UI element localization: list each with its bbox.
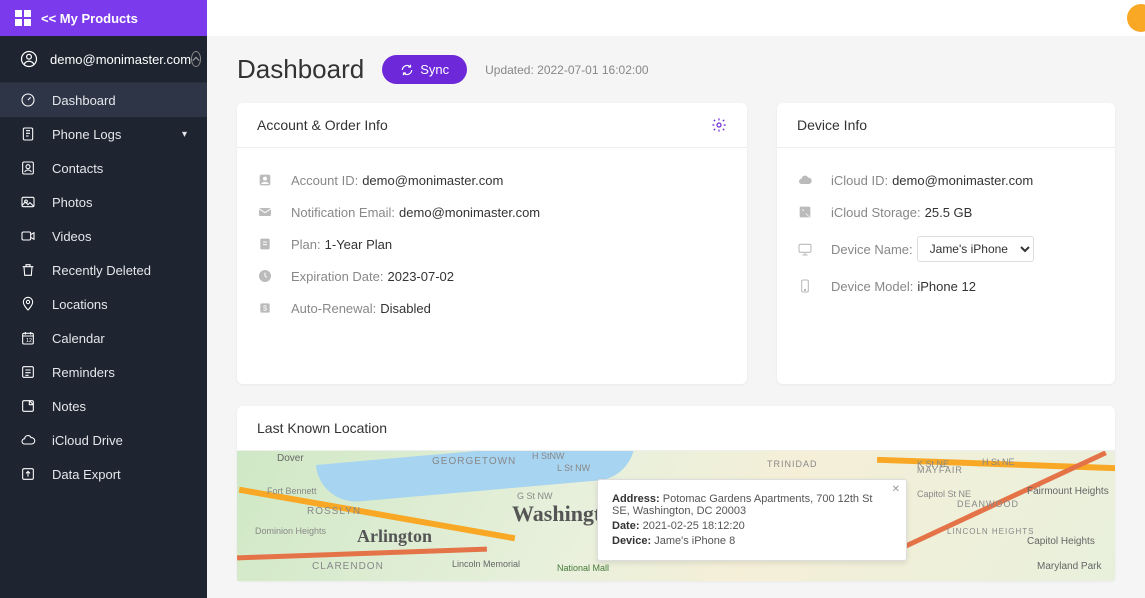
dollar-icon: $ [257, 300, 277, 316]
icloud-id-row: iCloud ID: demo@monimaster.com [797, 164, 1095, 196]
nav-dashboard[interactable]: Dashboard [0, 83, 207, 117]
nav-notes[interactable]: Notes [0, 389, 207, 423]
back-label: << My Products [41, 11, 138, 26]
sidebar-user[interactable]: demo@monimaster.com [0, 36, 207, 83]
notification-email-row: Notification Email: demo@monimaster.com [257, 196, 727, 228]
phone-logs-icon [20, 126, 38, 142]
export-icon [20, 466, 38, 482]
trash-icon [20, 262, 38, 278]
icloud-storage-row: iCloud Storage: 25.5 GB [797, 196, 1095, 228]
device-model-row: Device Model: iPhone 12 [797, 270, 1095, 302]
page-header: Dashboard Sync Updated: 2022-07-01 16:02… [237, 54, 1115, 85]
auto-renewal-row: $ Auto-Renewal: Disabled [257, 292, 727, 324]
page-title: Dashboard [237, 54, 364, 85]
map-area-label: Dominion Heights [255, 526, 326, 536]
map-area-label: Fairmount Heights [1027, 486, 1109, 497]
contacts-icon [20, 160, 38, 176]
account-card: Account & Order Info Account ID: demo@mo… [237, 103, 747, 384]
plan-row: Plan: 1-Year Plan [257, 228, 727, 260]
sync-button[interactable]: Sync [382, 55, 467, 84]
topbar [207, 0, 1145, 36]
user-avatar[interactable] [1127, 4, 1145, 32]
user-email: demo@monimaster.com [50, 52, 191, 67]
nav-reminders[interactable]: Reminders [0, 355, 207, 389]
back-to-products[interactable]: << My Products [0, 0, 207, 36]
user-icon [20, 50, 38, 68]
nav-calendar[interactable]: 12 Calendar [0, 321, 207, 355]
videos-icon [20, 228, 38, 244]
nav-contacts[interactable]: Contacts [0, 151, 207, 185]
device-card: Device Info iCloud ID: demo@monimaster.c… [777, 103, 1115, 384]
updated-text: Updated: 2022-07-01 16:02:00 [485, 63, 648, 77]
map-area-label: GEORGETOWN [432, 456, 516, 467]
map-area-label: CLARENDON [312, 561, 384, 572]
clock-icon [257, 268, 277, 284]
nav-list: Dashboard Phone Logs ▾ Contacts Photos V… [0, 83, 207, 491]
location-popup: ✕ Address: Potomac Gardens Apartments, 7… [597, 479, 907, 561]
location-card: Last Known Location Arlington Washington… [237, 406, 1115, 581]
nav-videos[interactable]: Videos [0, 219, 207, 253]
chevron-down-icon: ▾ [182, 129, 187, 140]
map-area-label: LINCOLN HEIGHTS [947, 527, 1034, 536]
svg-text:$: $ [263, 304, 267, 313]
storage-icon [797, 204, 817, 220]
map[interactable]: Arlington Washington Dover GEORGETOWN RO… [237, 451, 1115, 581]
location-icon [20, 296, 38, 312]
chevron-up-icon [191, 51, 201, 67]
map-area-label: TRINIDAD [767, 459, 818, 469]
nav-recently-deleted[interactable]: Recently Deleted [0, 253, 207, 287]
calendar-icon: 12 [20, 330, 38, 346]
map-area-label: Lincoln Memorial [452, 559, 520, 569]
map-area-label: Capitol Heights [1027, 536, 1095, 547]
map-area-label: National Mall [557, 563, 609, 573]
mail-icon [257, 204, 277, 220]
cloud-icon [20, 432, 38, 448]
nav-phone-logs[interactable]: Phone Logs ▾ [0, 117, 207, 151]
sync-icon [400, 63, 414, 77]
device-card-title: Device Info [797, 117, 867, 133]
account-card-title: Account & Order Info [257, 117, 388, 133]
map-area-label: Maryland Park [1037, 561, 1101, 572]
expiration-row: Expiration Date: 2023-07-02 [257, 260, 727, 292]
gear-icon[interactable] [711, 117, 727, 133]
map-area-label: Capitol St NE [917, 489, 971, 499]
popup-close-icon[interactable]: ✕ [892, 484, 900, 495]
map-area-label: H St NE [982, 457, 1015, 467]
monitor-icon [797, 241, 817, 257]
svg-text:12: 12 [26, 338, 32, 344]
nav-data-export[interactable]: Data Export [0, 457, 207, 491]
phone-icon [797, 278, 817, 294]
dashboard-icon [20, 92, 38, 108]
location-card-title: Last Known Location [237, 406, 1115, 451]
map-area-label: Fort Bennett [267, 486, 317, 496]
map-area-label: L St NW [557, 463, 590, 473]
map-area-label: Dover [277, 453, 304, 464]
cloud-icon [797, 172, 817, 188]
map-area-label: DEANWOOD [957, 499, 1019, 509]
nav-locations[interactable]: Locations [0, 287, 207, 321]
nav-icloud-drive[interactable]: iCloud Drive [0, 423, 207, 457]
app-logo-icon [15, 10, 31, 26]
reminders-icon [20, 364, 38, 380]
map-area-label: MAYFAIR [917, 465, 963, 475]
main-content: Dashboard Sync Updated: 2022-07-01 16:02… [207, 0, 1145, 598]
device-name-select[interactable]: Jame's iPhone [917, 236, 1034, 262]
photos-icon [20, 194, 38, 210]
map-city-label: Arlington [357, 526, 432, 547]
map-area-label: G St NW [517, 491, 553, 501]
map-area-label: ROSSLYN [307, 506, 361, 517]
map-area-label: H StNW [532, 451, 565, 461]
notes-icon [20, 398, 38, 414]
nav-photos[interactable]: Photos [0, 185, 207, 219]
person-icon [257, 172, 277, 188]
sidebar: << My Products demo@monimaster.com Dashb… [0, 0, 207, 598]
account-id-row: Account ID: demo@monimaster.com [257, 164, 727, 196]
device-name-row: Device Name: Jame's iPhone [797, 228, 1095, 270]
plan-icon [257, 236, 277, 252]
